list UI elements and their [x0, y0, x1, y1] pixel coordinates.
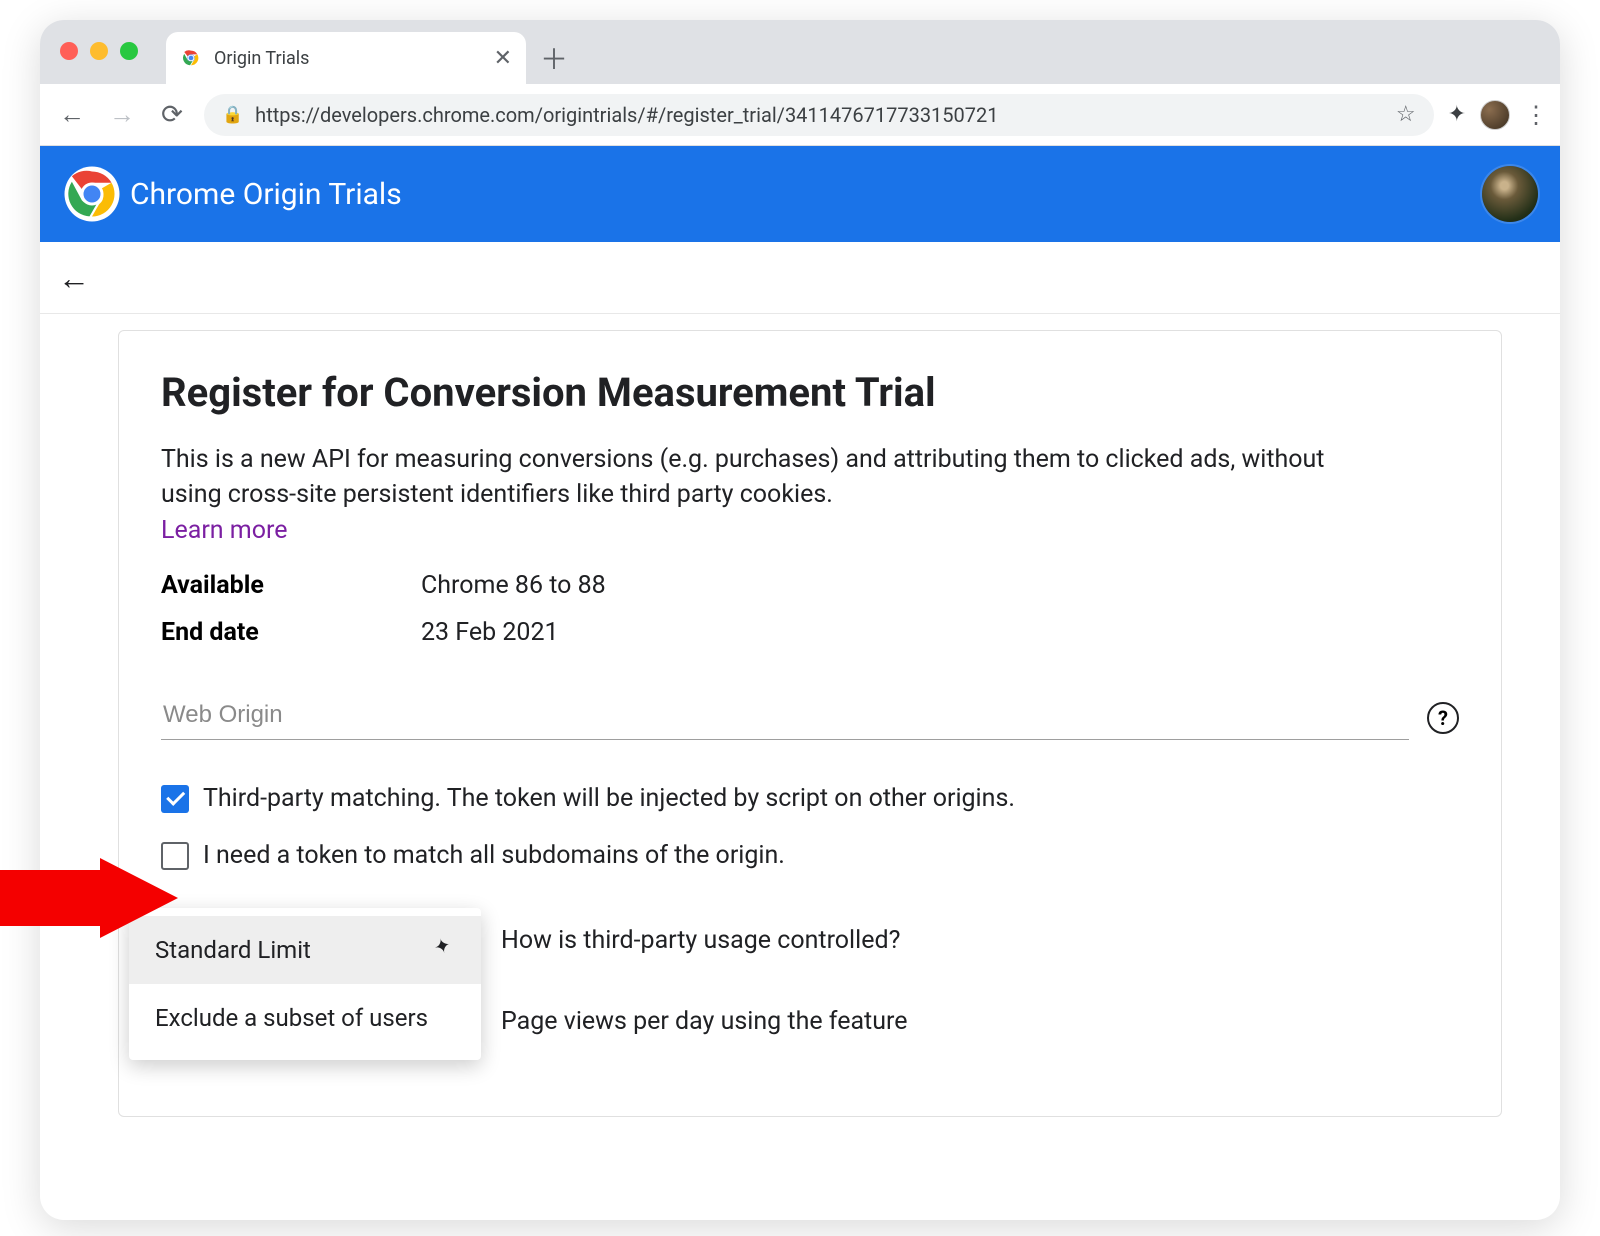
- dropdown-option-exclude[interactable]: Exclude a subset of users: [129, 984, 481, 1052]
- new-tab-button[interactable]: ＋: [534, 38, 574, 78]
- url-text: https://developers.chrome.com/origintria…: [255, 103, 998, 127]
- window-controls: [60, 42, 138, 60]
- browser-toolbar: ← → ⟳ 🔒 https://developers.chrome.com/or…: [40, 84, 1560, 146]
- page-description: This is a new API for measuring conversi…: [161, 442, 1341, 512]
- web-origin-input[interactable]: [161, 695, 1409, 740]
- profile-avatar-small[interactable]: [1480, 100, 1510, 130]
- minimize-window-icon[interactable]: [90, 42, 108, 60]
- close-tab-icon[interactable]: ✕: [494, 46, 512, 71]
- reload-icon[interactable]: ⟳: [154, 100, 190, 130]
- page-title: Register for Conversion Measurement Tria…: [161, 369, 1459, 416]
- tab-title: Origin Trials: [214, 48, 482, 69]
- maximize-window-icon[interactable]: [120, 42, 138, 60]
- extensions-icon[interactable]: ✦: [1448, 102, 1466, 127]
- app-title: Chrome Origin Trials: [130, 177, 402, 212]
- chrome-favicon-icon: [180, 47, 202, 69]
- thirdparty-usage-question: How is third-party usage controlled?: [501, 926, 1459, 955]
- back-arrow-icon[interactable]: ←: [58, 259, 90, 297]
- usage-limit-dropdown[interactable]: Standard Limit ✦ Exclude a subset of use…: [129, 908, 481, 1060]
- dropdown-option-standard[interactable]: Standard Limit ✦: [129, 916, 481, 984]
- available-value: Chrome 86 to 88: [421, 571, 606, 600]
- thirdparty-checkbox[interactable]: [161, 785, 189, 813]
- nav-forward-icon[interactable]: →: [104, 99, 140, 130]
- bookmark-star-icon[interactable]: ☆: [1396, 102, 1416, 127]
- nav-back-icon[interactable]: ←: [54, 99, 90, 130]
- meta-table: Available Chrome 86 to 88 End date 23 Fe…: [161, 571, 1459, 647]
- cursor-icon: ✦: [431, 932, 453, 960]
- lock-icon: 🔒: [222, 105, 243, 125]
- close-window-icon[interactable]: [60, 42, 78, 60]
- pageviews-label: Page views per day using the feature: [501, 1007, 1459, 1036]
- enddate-label: End date: [161, 618, 421, 647]
- chrome-logo-icon: [62, 164, 122, 224]
- browser-tab[interactable]: Origin Trials ✕: [166, 32, 526, 84]
- registration-card: Register for Conversion Measurement Tria…: [118, 330, 1502, 1117]
- browser-window: Origin Trials ✕ ＋ ← → ⟳ 🔒 https://develo…: [40, 20, 1560, 1220]
- titlebar: Origin Trials ✕ ＋: [40, 20, 1560, 84]
- back-row: ←: [40, 242, 1560, 314]
- profile-avatar-large[interactable]: [1482, 166, 1538, 222]
- learn-more-link[interactable]: Learn more: [161, 516, 287, 545]
- help-icon[interactable]: ?: [1427, 702, 1459, 734]
- browser-menu-icon[interactable]: ⋮: [1524, 101, 1546, 129]
- enddate-value: 23 Feb 2021: [421, 618, 559, 647]
- available-label: Available: [161, 571, 421, 600]
- annotation-arrow-icon: [0, 858, 180, 938]
- address-bar[interactable]: 🔒 https://developers.chrome.com/origintr…: [204, 94, 1434, 136]
- subdomains-checkbox-label: I need a token to match all subdomains o…: [203, 841, 785, 870]
- app-header: Chrome Origin Trials: [40, 146, 1560, 242]
- thirdparty-checkbox-label: Third-party matching. The token will be …: [203, 784, 1015, 813]
